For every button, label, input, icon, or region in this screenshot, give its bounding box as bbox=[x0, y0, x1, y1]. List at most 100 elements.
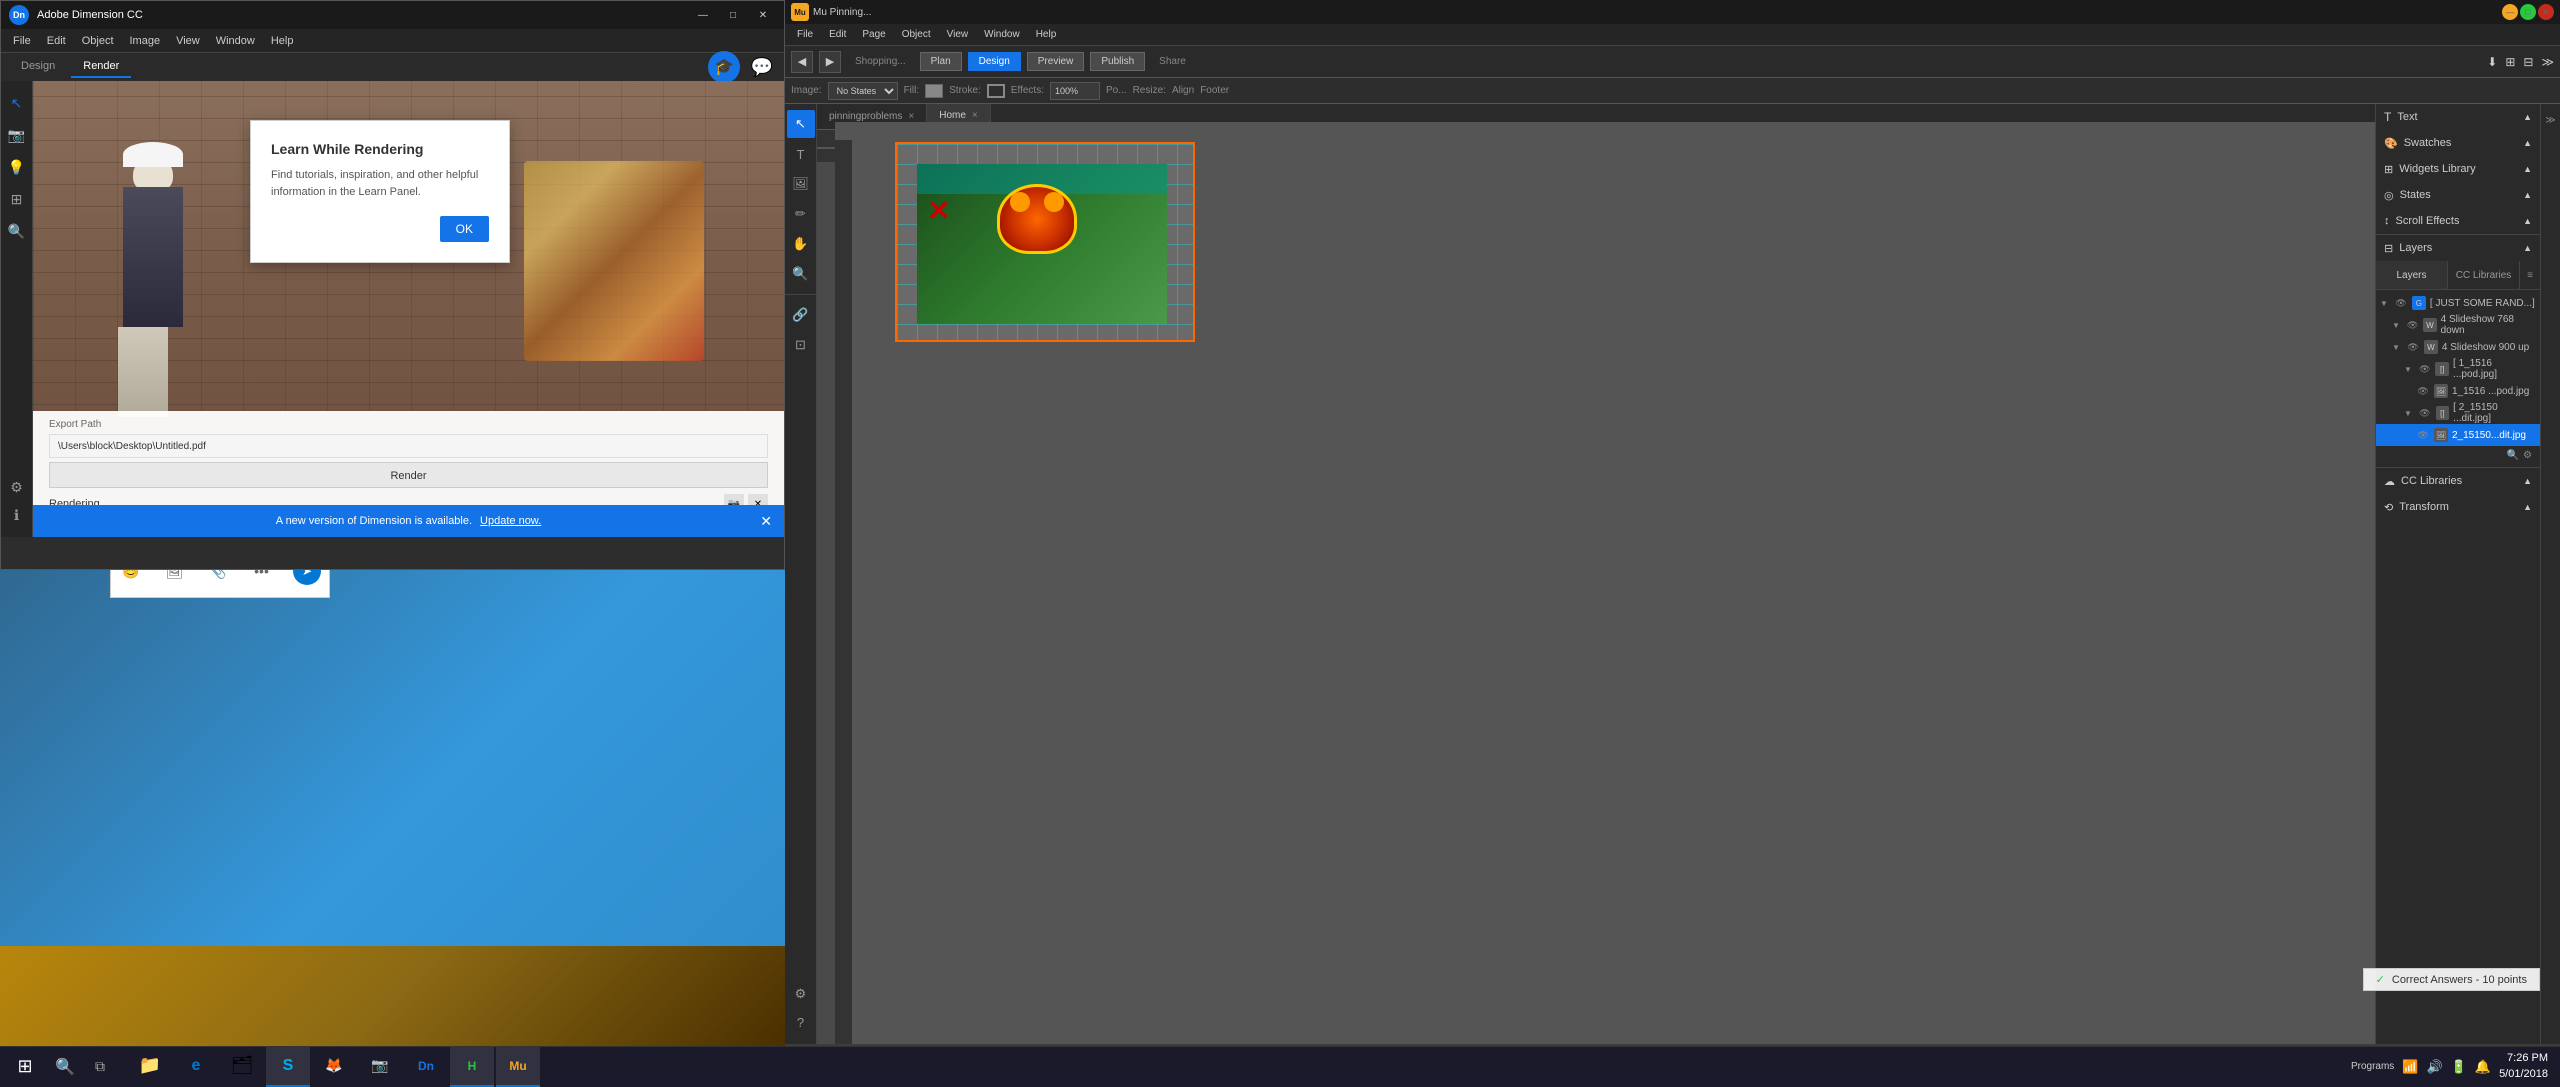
canvas-image-element[interactable]: ✕ bbox=[917, 164, 1167, 324]
learn-ok-button[interactable]: OK bbox=[440, 216, 489, 242]
taskbar-app-home[interactable]: H bbox=[450, 1047, 494, 1087]
layer-action-btn1[interactable]: 🔍 bbox=[2507, 450, 2519, 461]
section-swatches[interactable]: 🎨 Swatches ▲ bbox=[2376, 130, 2540, 156]
tab-design[interactable]: Design bbox=[9, 56, 67, 78]
menu-window[interactable]: Window bbox=[208, 33, 263, 49]
section-cc-libraries[interactable]: ☁ CC Libraries ▲ bbox=[2376, 468, 2540, 494]
widgets-collapse[interactable]: ▲ bbox=[2523, 164, 2532, 174]
learn-panel-icon[interactable]: 🎓 bbox=[708, 51, 740, 83]
sidebar-light-tool[interactable]: 💡 bbox=[3, 153, 31, 181]
dimension-maximize-button[interactable]: □ bbox=[720, 6, 746, 24]
taskbar-app-skype[interactable]: S bbox=[266, 1047, 310, 1087]
menu-file[interactable]: File bbox=[5, 33, 39, 49]
taskbar-app-edge[interactable]: e bbox=[174, 1047, 218, 1087]
fill-color-swatch[interactable] bbox=[925, 84, 943, 98]
taskbar-action-center[interactable]: 🔔 bbox=[2475, 1059, 2491, 1075]
taskbar-network-icon[interactable]: 📶 bbox=[2402, 1059, 2418, 1075]
muse-page-canvas[interactable]: ✕ bbox=[895, 142, 1195, 342]
menu-edit[interactable]: Edit bbox=[39, 33, 74, 49]
menu-image[interactable]: Image bbox=[122, 33, 169, 49]
layer-image1[interactable]: 👁 🖼 1_1516 ...pod.jpg bbox=[2376, 380, 2540, 402]
muse-design-button[interactable]: Design bbox=[968, 52, 1021, 71]
layer-action-btn2[interactable]: ⚙ bbox=[2523, 450, 2532, 461]
muse-hand-tool[interactable]: ✋ bbox=[787, 230, 815, 258]
start-button[interactable]: ⊞ bbox=[0, 1047, 50, 1087]
scroll-effects-collapse[interactable]: ▲ bbox=[2523, 216, 2532, 226]
muse-download-icon[interactable]: ⬇ bbox=[2487, 55, 2497, 69]
sidebar-zoom-tool[interactable]: 🔍 bbox=[3, 217, 31, 245]
muse-panel-icon[interactable]: ⊟ bbox=[2523, 55, 2533, 69]
layer-img1-group-eye[interactable]: 👁 bbox=[2418, 362, 2432, 376]
update-link[interactable]: Update now. bbox=[480, 515, 541, 527]
sidebar-settings-icon[interactable]: ⚙ bbox=[3, 473, 31, 501]
section-widgets[interactable]: ⊞ Widgets Library ▲ bbox=[2376, 156, 2540, 182]
muse-link-tool[interactable]: 🔗 bbox=[787, 301, 815, 329]
muse-draw-tool[interactable]: ✏ bbox=[787, 200, 815, 228]
muse-right-collapse[interactable]: ≫ bbox=[2543, 112, 2559, 128]
layer-slideshow-768[interactable]: ▼ 👁 W 4 Slideshow 768 down bbox=[2376, 314, 2540, 336]
swatches-collapse[interactable]: ▲ bbox=[2523, 138, 2532, 148]
muse-minimize-button[interactable]: — bbox=[2502, 4, 2518, 20]
layer-900-eye[interactable]: 👁 bbox=[2406, 340, 2420, 354]
export-path-input[interactable] bbox=[49, 434, 768, 458]
menu-view[interactable]: View bbox=[168, 33, 208, 49]
sidebar-camera-tool[interactable]: 📷 bbox=[3, 121, 31, 149]
layer-root-eye[interactable]: 👁 bbox=[2394, 296, 2408, 310]
menu-help[interactable]: Help bbox=[263, 33, 302, 49]
tab-home-close[interactable]: × bbox=[972, 110, 978, 121]
sidebar-select-tool[interactable]: ↖ bbox=[3, 89, 31, 117]
menu-object[interactable]: Object bbox=[74, 33, 122, 49]
muse-text-tool[interactable]: T bbox=[787, 140, 815, 168]
muse-image-tool[interactable]: 🖼 bbox=[787, 170, 815, 198]
section-text[interactable]: T Text ▲ bbox=[2376, 104, 2540, 130]
muse-menu-object[interactable]: Object bbox=[894, 27, 939, 42]
layer-root[interactable]: ▼ 👁 G [ JUST SOME RAND...] bbox=[2376, 292, 2540, 314]
image-state-select[interactable]: No States bbox=[828, 82, 898, 100]
section-states[interactable]: ◎ States ▲ bbox=[2376, 182, 2540, 208]
dimension-minimize-button[interactable]: — bbox=[690, 6, 716, 24]
muse-maximize-button[interactable]: □ bbox=[2520, 4, 2536, 20]
muse-close-button[interactable]: ✕ bbox=[2538, 4, 2554, 20]
taskbar-volume-icon[interactable]: 🔊 bbox=[2427, 1059, 2443, 1075]
transform-collapse[interactable]: ▲ bbox=[2523, 502, 2532, 512]
states-collapse[interactable]: ▲ bbox=[2523, 190, 2532, 200]
layer-image1-group[interactable]: ▼ 👁 [] [ 1_1516 ...pod.jpg] bbox=[2376, 358, 2540, 380]
muse-publish-button[interactable]: Publish bbox=[1090, 52, 1145, 71]
muse-menu-page[interactable]: Page bbox=[854, 27, 893, 42]
text-section-collapse[interactable]: ▲ bbox=[2523, 112, 2532, 122]
layer-image2-group[interactable]: ▼ 👁 [] [ 2_15150 ...dit.jpg] bbox=[2376, 402, 2540, 424]
taskbar-app-file-explorer[interactable]: 📁 bbox=[128, 1047, 172, 1087]
muse-zoom-tool[interactable]: 🔍 bbox=[787, 260, 815, 288]
muse-menu-window[interactable]: Window bbox=[976, 27, 1028, 42]
taskbar-app-muse[interactable]: Mu bbox=[496, 1047, 540, 1087]
section-transform[interactable]: ⟲ Transform ▲ bbox=[2376, 494, 2540, 520]
stroke-color-swatch[interactable] bbox=[987, 84, 1005, 98]
tab-layers[interactable]: Layers bbox=[2376, 261, 2448, 289]
section-layers-header[interactable]: ⊟ Layers ▲ bbox=[2376, 235, 2540, 261]
taskbar-app-folder[interactable]: 🗂 bbox=[220, 1047, 264, 1087]
tab-cc-libraries[interactable]: CC Libraries bbox=[2448, 261, 2520, 289]
taskbar-clock[interactable]: 7:26 PM 5/01/2018 bbox=[2499, 1051, 2548, 1082]
tab-pinning-close[interactable]: × bbox=[908, 111, 914, 122]
taskbar-app-dimension[interactable]: Dn bbox=[404, 1047, 448, 1087]
taskbar-search-icon[interactable]: 🔍 bbox=[50, 1047, 80, 1087]
muse-back-button[interactable]: ◀ bbox=[791, 51, 813, 73]
muse-plan-button[interactable]: Plan bbox=[920, 52, 962, 71]
layers-collapse-btn[interactable]: ▲ bbox=[2523, 243, 2532, 253]
layer-img2-group-eye[interactable]: 👁 bbox=[2418, 406, 2432, 420]
tab-render[interactable]: Render bbox=[71, 56, 131, 78]
opacity-field[interactable] bbox=[1050, 82, 1100, 100]
muse-menu-help[interactable]: Help bbox=[1028, 27, 1065, 42]
muse-grid-icon[interactable]: ⊞ bbox=[2505, 55, 2515, 69]
muse-form-tool[interactable]: ⊡ bbox=[787, 331, 815, 359]
layer-img1-eye[interactable]: 👁 bbox=[2416, 384, 2430, 398]
cc-collapse[interactable]: ▲ bbox=[2523, 476, 2532, 486]
update-close-button[interactable]: ✕ bbox=[760, 513, 772, 530]
layer-img2-eye[interactable]: 👁 bbox=[2416, 428, 2430, 442]
muse-more-icon[interactable]: ≫ bbox=[2541, 55, 2554, 69]
muse-help-tool[interactable]: ? bbox=[787, 1008, 815, 1036]
layer-slideshow-900[interactable]: ▼ 👁 W 4 Slideshow 900 up bbox=[2376, 336, 2540, 358]
layer-image2[interactable]: 👁 🖼 2_15150...dit.jpg bbox=[2376, 424, 2540, 446]
section-scroll-effects[interactable]: ↕ Scroll Effects ▲ bbox=[2376, 208, 2540, 234]
taskbar-battery-icon[interactable]: 🔋 bbox=[2451, 1059, 2467, 1075]
